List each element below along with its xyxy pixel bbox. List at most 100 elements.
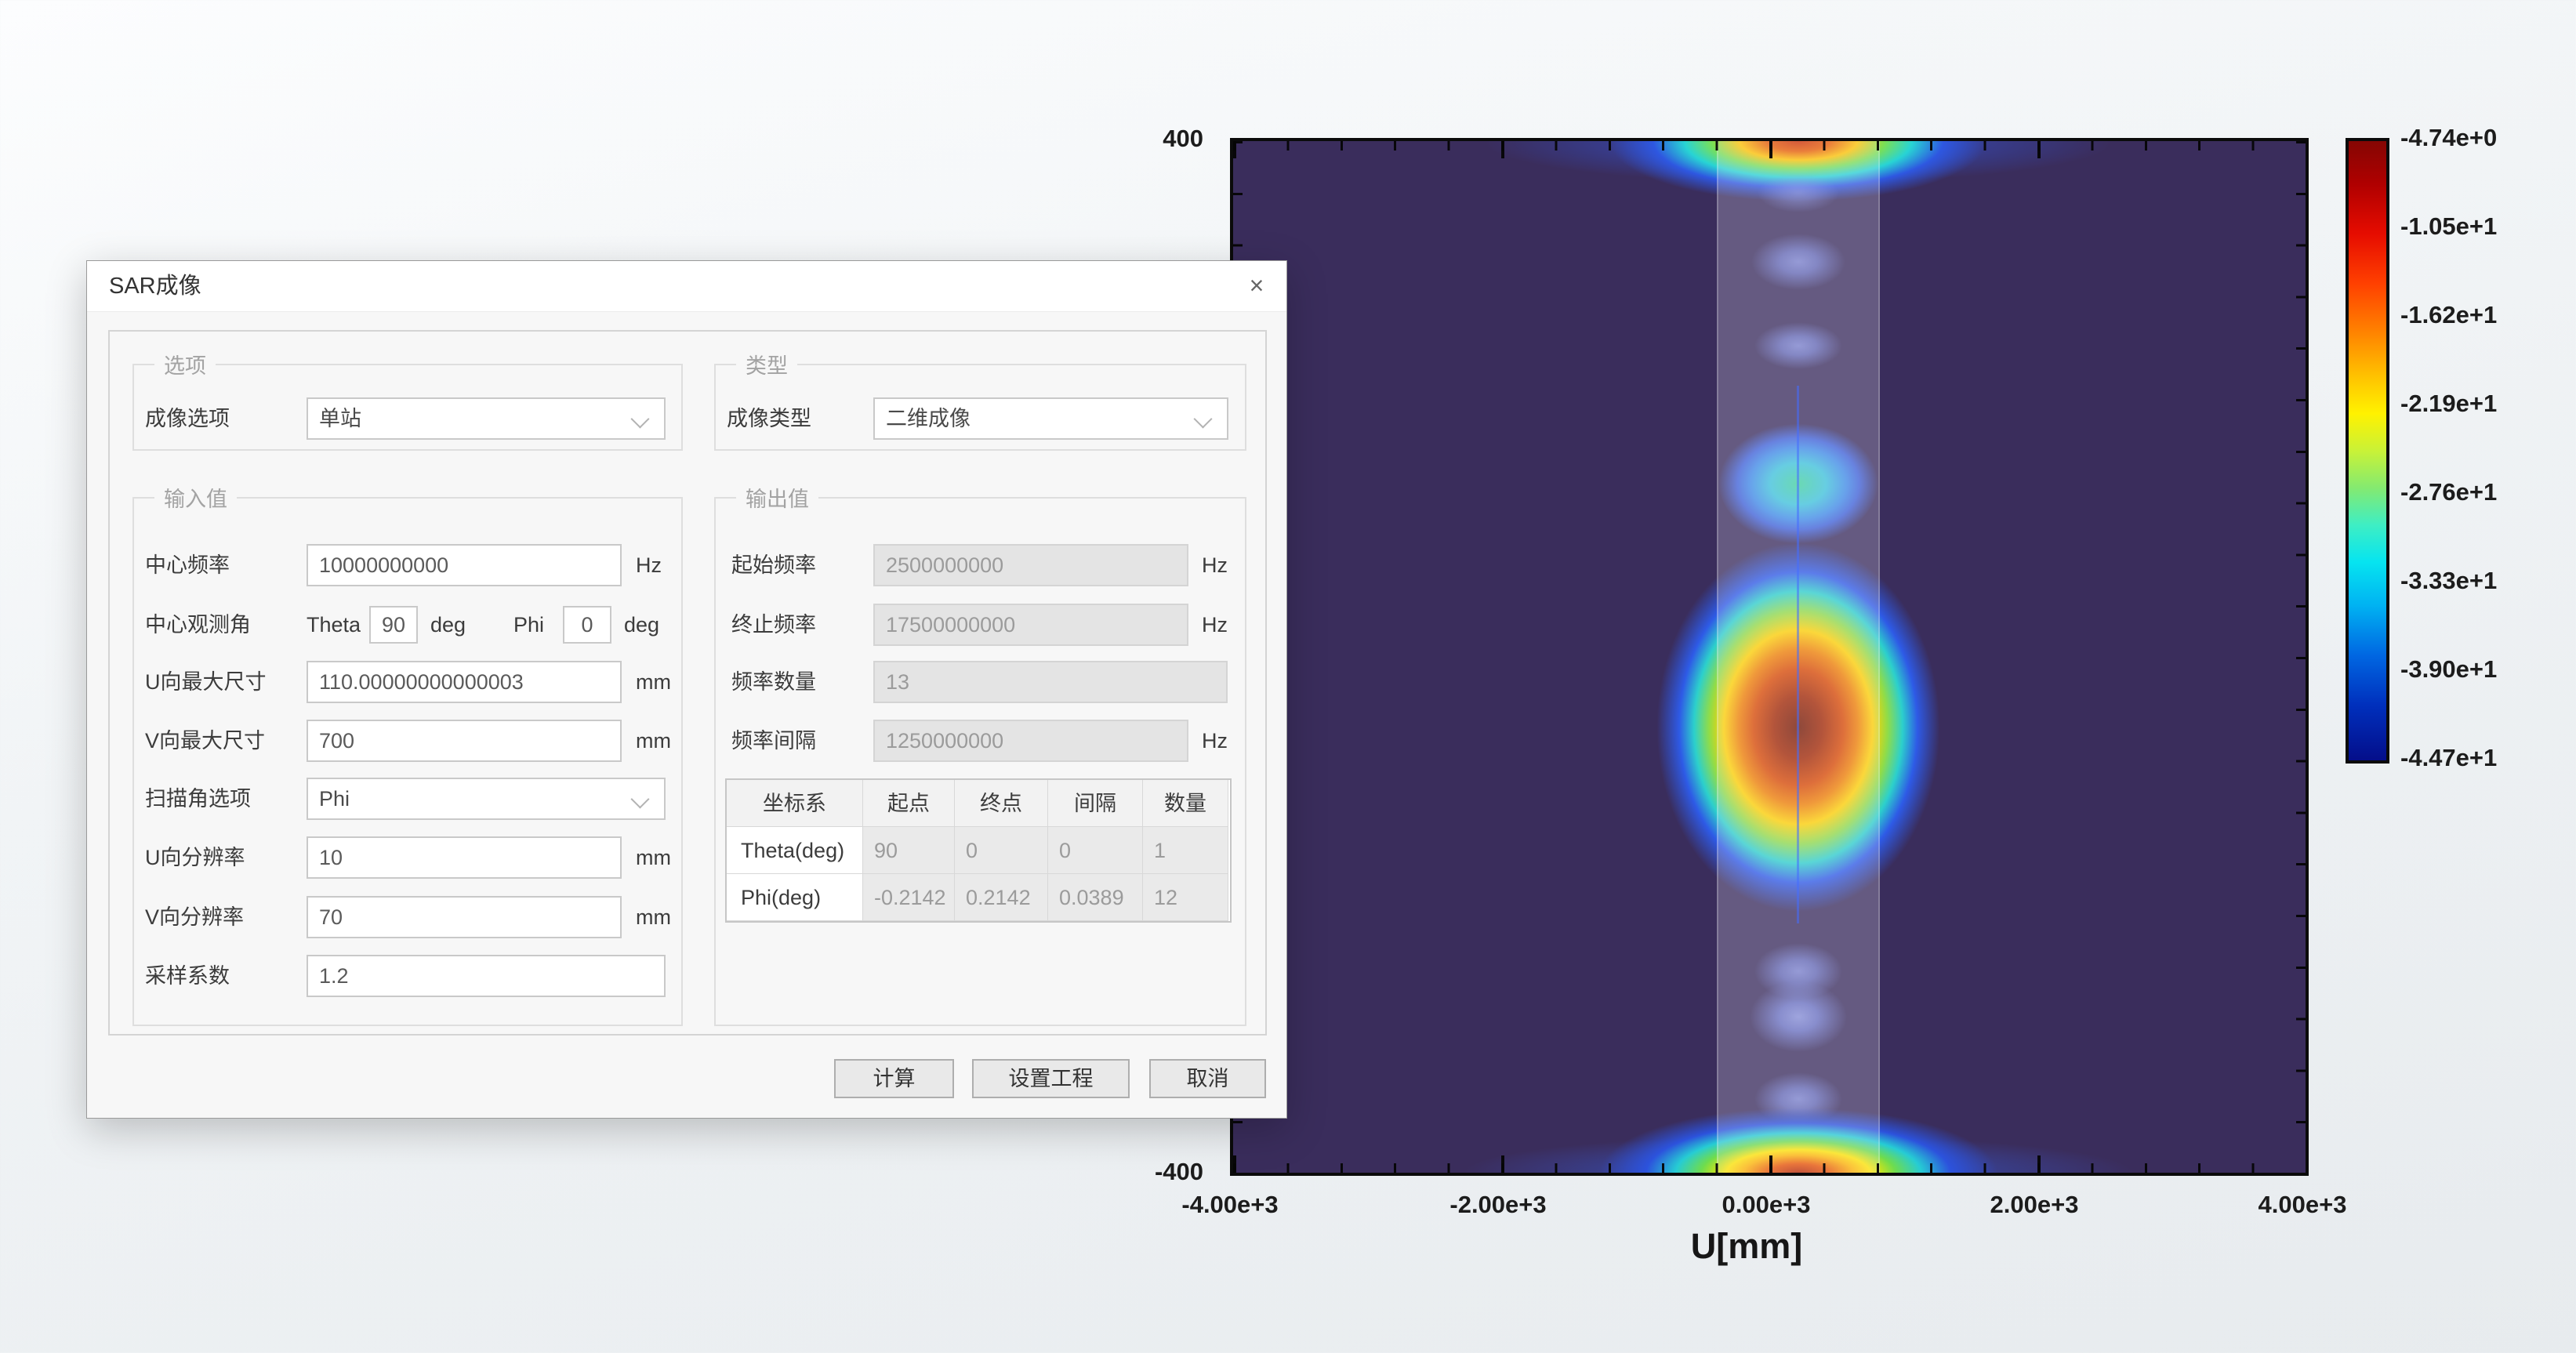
- heatmap-highlight-band: [1717, 141, 1880, 1173]
- options-group-legend: 选项: [154, 349, 216, 379]
- imaging-type-select[interactable]: 二维成像: [873, 397, 1228, 440]
- heatmap-dot: [1754, 943, 1842, 999]
- sampling-factor-label: 采样系数: [145, 954, 230, 998]
- close-icon[interactable]: ×: [1238, 261, 1275, 311]
- colorbar-tick-label: -4.74e+0: [2400, 125, 2576, 151]
- table-cell: 0.0389: [1048, 874, 1143, 921]
- v-resolution-unit: mm: [636, 895, 671, 939]
- theta-input[interactable]: [369, 606, 418, 644]
- table-header-cell: 坐标系: [727, 780, 863, 827]
- table-cell: 0: [955, 827, 1048, 874]
- dialog-title: SAR成像: [109, 261, 201, 311]
- colorbar: [2346, 138, 2389, 764]
- dialog-title-bar[interactable]: SAR成像 ×: [87, 261, 1286, 312]
- start-freq-output: [873, 544, 1188, 586]
- freq-count-output: [873, 661, 1228, 703]
- chevron-down-icon: [1193, 409, 1212, 428]
- sampling-factor-input[interactable]: [307, 955, 666, 997]
- start-freq-unit: Hz: [1202, 543, 1228, 587]
- table-row-name: Phi(deg): [727, 874, 863, 921]
- colorbar-tick-label: -3.33e+1: [2400, 568, 2576, 594]
- x-axis-minor-ticks-bottom: [1233, 1163, 2306, 1173]
- table-row-name: Theta(deg): [727, 827, 863, 874]
- calculate-button[interactable]: 计算: [834, 1059, 954, 1098]
- colorbar-tick-label: -1.62e+1: [2400, 302, 2576, 328]
- x-axis-major-ticks-bottom: [1233, 1155, 2306, 1173]
- colorbar-tick-label: -3.90e+1: [2400, 656, 2576, 683]
- y-tick-label-bottom: -400: [1101, 1159, 1203, 1185]
- desktop: { "dialog": { "title": "SAR成像", "close_i…: [0, 0, 2576, 1353]
- colorbar-tick-label: -2.76e+1: [2400, 479, 2576, 506]
- angle-sweep-table: 坐标系 起点 终点 间隔 数量 Theta(deg) 90 0 0 1 Phi(…: [725, 778, 1232, 923]
- x-axis-minor-ticks-top: [1233, 141, 2306, 151]
- freq-step-label: 频率间隔: [731, 719, 816, 763]
- sar-imaging-dialog: SAR成像 × 选项 成像选项 单站 类型 成像类型 二维成像 输入值 中心频率: [86, 260, 1287, 1119]
- heatmap-corner-streak-bottom-right: [2070, 1110, 2306, 1173]
- imaging-type-label: 成像类型: [727, 397, 811, 441]
- phi-input[interactable]: [563, 606, 611, 644]
- chevron-down-icon: [630, 409, 649, 428]
- x-axis-title: U[mm]: [1629, 1226, 1864, 1267]
- table-row: Theta(deg) 90 0 0 1: [727, 827, 1230, 874]
- theta-unit: deg: [430, 603, 466, 647]
- u-max-size-label: U向最大尺寸: [145, 660, 267, 704]
- colorbar-tick-label: -4.47e+1: [2400, 745, 2576, 771]
- scan-angle-label: 扫描角选项: [145, 777, 251, 821]
- v-max-size-unit: mm: [636, 719, 671, 763]
- set-project-button[interactable]: 设置工程: [972, 1059, 1130, 1098]
- heatmap-dot: [1750, 981, 1847, 1052]
- colorbar-tick-label: -2.19e+1: [2400, 390, 2576, 417]
- table-header-cell: 终点: [955, 780, 1048, 827]
- phi-unit: deg: [624, 603, 659, 647]
- heatmap-main-hotspot: [1649, 533, 1947, 938]
- freq-count-label: 频率数量: [731, 660, 816, 704]
- table-header-row: 坐标系 起点 终点 间隔 数量: [727, 780, 1230, 827]
- phi-label: Phi: [513, 603, 544, 647]
- u-resolution-input[interactable]: [307, 836, 622, 879]
- imaging-option-label: 成像选项: [145, 397, 230, 441]
- freq-step-unit: Hz: [1202, 719, 1228, 763]
- stop-freq-output: [873, 604, 1188, 646]
- inputs-group: 输入值 中心频率 Hz 中心观测角 Theta deg Phi deg U向最大…: [132, 482, 683, 1026]
- heatmap-top-arc-wings: [1469, 138, 2128, 185]
- type-group-legend: 类型: [736, 349, 797, 379]
- v-resolution-label: V向分辨率: [145, 895, 244, 939]
- u-max-size-unit: mm: [636, 660, 671, 704]
- heatmap-center-scan-line: [1797, 386, 1799, 923]
- table-cell: 12: [1143, 874, 1228, 921]
- scan-angle-select[interactable]: Phi: [307, 778, 666, 820]
- type-group: 类型 成像类型 二维成像: [714, 349, 1246, 451]
- heatmap-corner-streak-top-right: [2047, 141, 2306, 219]
- stop-freq-label: 终止频率: [731, 603, 816, 647]
- heatmap-corner-streak-top-left: [1233, 141, 1492, 212]
- cancel-button[interactable]: 取消: [1149, 1059, 1266, 1098]
- v-resolution-input[interactable]: [307, 896, 622, 938]
- x-tick-label: -2.00e+3: [1412, 1192, 1584, 1218]
- v-max-size-input[interactable]: [307, 720, 622, 762]
- y-tick-label-top: 400: [1101, 125, 1203, 152]
- heatmap-dot: [1751, 234, 1845, 290]
- heatmap-dot: [1754, 1072, 1842, 1126]
- center-angle-label: 中心观测角: [145, 603, 251, 647]
- table-cell: 1: [1143, 827, 1228, 874]
- table-cell: 0: [1048, 827, 1143, 874]
- table-header-cell: 起点: [863, 780, 955, 827]
- heatmap-bottom-arc-wings: [1446, 1134, 2151, 1176]
- center-freq-unit: Hz: [636, 543, 662, 587]
- center-freq-input[interactable]: [307, 544, 622, 586]
- imaging-option-value: 单站: [319, 399, 361, 438]
- theta-label: Theta: [307, 603, 361, 647]
- outputs-group: 输出值 起始频率 Hz 终止频率 Hz 频率数量 频率间隔 Hz 坐标系 起点 …: [714, 482, 1246, 1026]
- heatmap-dot: [1758, 173, 1839, 212]
- u-max-size-input[interactable]: [307, 661, 622, 703]
- x-tick-label: 0.00e+3: [1680, 1192, 1852, 1218]
- stop-freq-unit: Hz: [1202, 603, 1228, 647]
- start-freq-label: 起始频率: [731, 543, 816, 587]
- heatmap-dot: [1754, 322, 1842, 369]
- colorbar-tick-label: -1.05e+1: [2400, 213, 2576, 240]
- sar-heatmap-plot: [1230, 138, 2309, 1176]
- outputs-group-legend: 输出值: [736, 482, 818, 513]
- y-axis-minor-ticks-right: [2296, 141, 2306, 1173]
- freq-step-output: [873, 720, 1188, 762]
- imaging-option-select[interactable]: 单站: [307, 397, 666, 440]
